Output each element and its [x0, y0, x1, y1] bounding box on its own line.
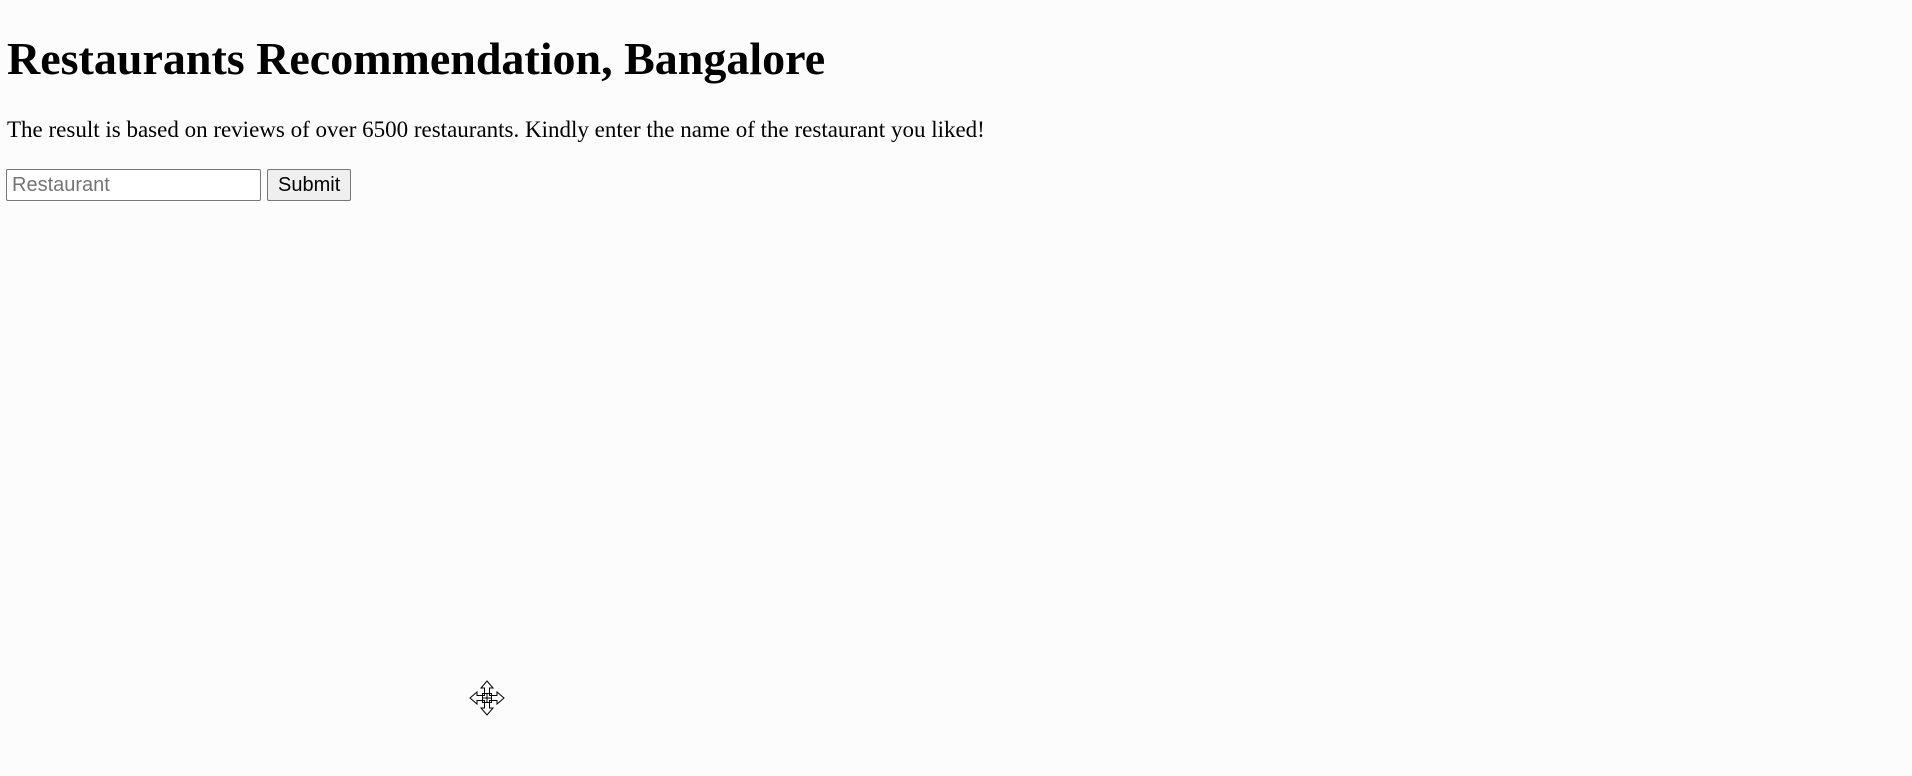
page-description: The result is based on reviews of over 6…	[7, 117, 985, 142]
restaurant-input[interactable]	[6, 169, 261, 201]
move-cursor-icon	[469, 680, 505, 716]
restaurant-search-form: Submit	[6, 169, 352, 201]
page-title: Restaurants Recommendation, Bangalore	[7, 33, 826, 84]
submit-button[interactable]: Submit	[267, 169, 352, 201]
page: Restaurants Recommendation, Bangalore Th…	[0, 0, 1912, 776]
